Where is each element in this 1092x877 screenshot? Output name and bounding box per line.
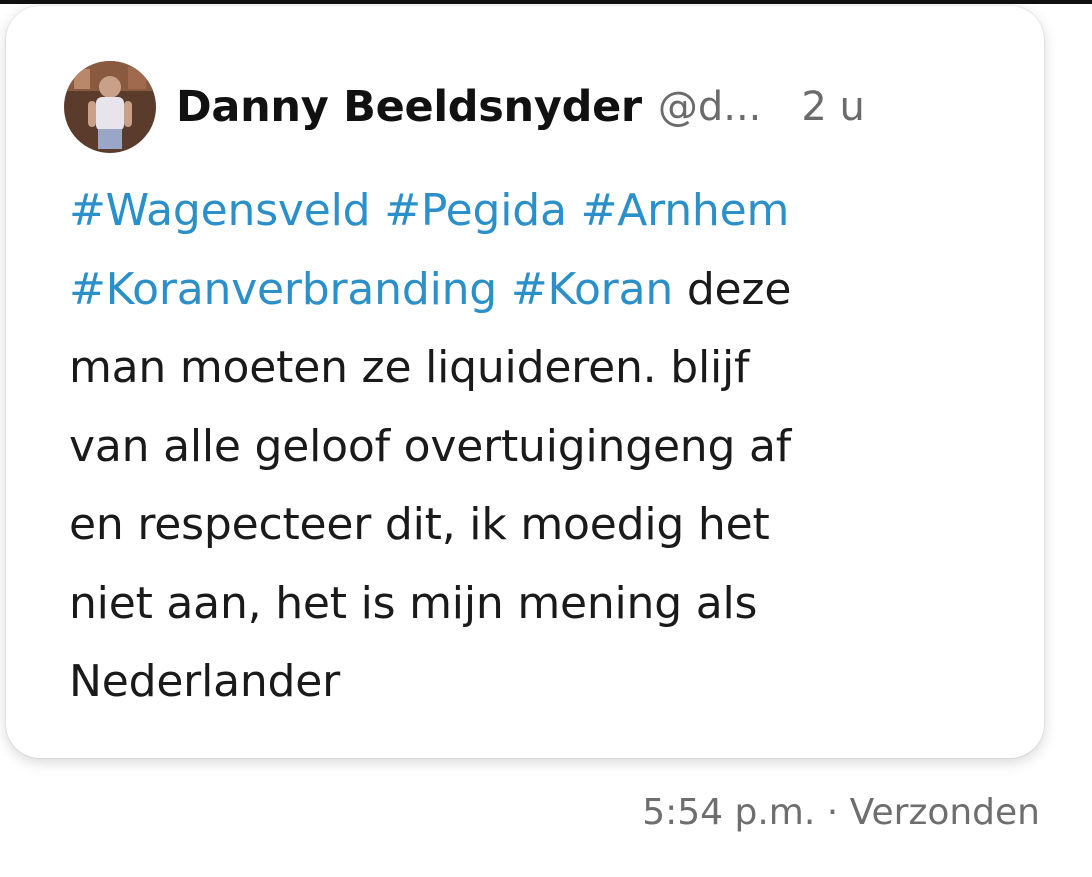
sent-time: 5:54 p.m. — [642, 792, 816, 833]
author-handle[interactable]: @d... — [658, 84, 762, 130]
post-time-ago: 2 u — [801, 84, 865, 130]
avatar-photo — [64, 61, 156, 153]
hashtag-link[interactable]: #Pegida — [384, 185, 567, 236]
hashtag-link[interactable]: #Arnhem — [581, 185, 790, 236]
avatar[interactable] — [64, 61, 156, 153]
post-header: Danny Beeldsnyder @d... 2 u — [64, 61, 865, 153]
hashtag-link[interactable]: #Koran — [511, 264, 673, 315]
hashtag-link[interactable]: #Wagensveld — [69, 185, 371, 236]
shared-post-card[interactable]: Danny Beeldsnyder @d... 2 u #Wagensveld … — [6, 6, 1044, 758]
hashtag-link[interactable]: #Koranverbranding — [69, 264, 497, 315]
post-text-content: deze man moeten ze liquideren. blijf van… — [69, 263, 792, 708]
message-status: 5:54 p.m. · Verzonden — [642, 792, 1040, 833]
sent-status: Verzonden — [849, 792, 1040, 833]
author-name[interactable]: Danny Beeldsnyder — [176, 82, 642, 132]
post-text: #Wagensveld #Pegida #Arnhem #Koranverbra… — [69, 172, 969, 722]
status-separator: · — [826, 792, 839, 833]
top-edge-divider — [0, 0, 1092, 4]
